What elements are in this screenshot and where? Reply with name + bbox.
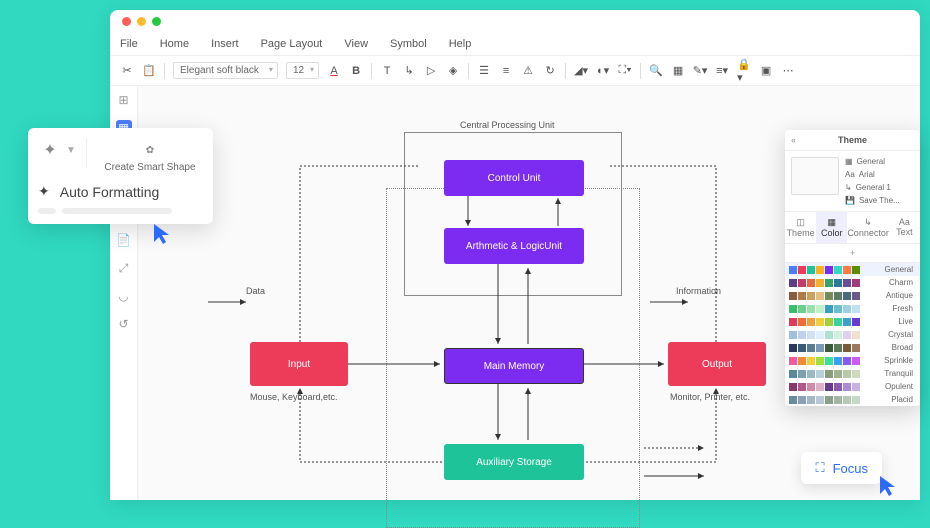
menu-home[interactable]: Home	[160, 38, 189, 50]
fill-icon[interactable]: ◢▾	[574, 64, 588, 78]
tab-color[interactable]: ▦Color	[816, 212, 847, 243]
size-select[interactable]: 12	[286, 62, 319, 79]
text-icon[interactable]: T	[380, 64, 394, 78]
menu-insert[interactable]: Insert	[211, 38, 239, 50]
close-icon[interactable]	[122, 17, 131, 26]
pointer-icon[interactable]: ▷	[424, 64, 438, 78]
focus-icon: ⛶	[815, 460, 824, 476]
opt-save[interactable]: Save The...	[859, 196, 900, 205]
layers-icon[interactable]: ◈	[446, 64, 460, 78]
font-icon: Aa	[845, 170, 855, 179]
data-label: Data	[246, 286, 265, 296]
style-icon[interactable]: ≡▾	[715, 64, 729, 78]
align-left-icon[interactable]: ☰	[477, 64, 491, 78]
bookmark-tool[interactable]: ◡	[116, 288, 132, 304]
toolbar: ✂ 📋 Elegant soft black 12 A B T ↳ ▷ ◈ ☰ …	[110, 56, 920, 86]
menubar: File Home Insert Page Layout View Symbol…	[110, 32, 920, 56]
crop-icon[interactable]: ⛶▾	[618, 64, 632, 78]
input-box[interactable]: Input	[250, 342, 348, 386]
group-icon[interactable]: ▣	[759, 64, 773, 78]
output-devices-label: Monitor, Printer, etc.	[670, 392, 750, 402]
scheme-general[interactable]: General	[785, 263, 920, 276]
minimize-icon[interactable]	[137, 17, 146, 26]
tab-text[interactable]: AaText	[889, 212, 920, 243]
input-devices-label: Mouse, Keyboard,etc.	[250, 392, 338, 402]
align-icon[interactable]: ≡	[499, 64, 513, 78]
shapes-tool[interactable]: ⊞	[116, 92, 132, 108]
add-scheme-button[interactable]: +	[785, 244, 920, 263]
smart-shape-icon[interactable]: ✿	[138, 138, 162, 162]
gallery-icon[interactable]: ▦	[671, 64, 685, 78]
focus-label: Focus	[833, 461, 868, 476]
history-tool[interactable]: ↺	[116, 316, 132, 332]
bold-icon[interactable]: B	[349, 64, 363, 78]
rotate-icon[interactable]: ↻	[543, 64, 557, 78]
memory-box[interactable]: Main Memory	[444, 348, 584, 384]
scheme-broad[interactable]: Broad	[785, 341, 920, 354]
palette-icon: ▦	[845, 157, 853, 166]
lock-icon[interactable]: 🔒▾	[737, 64, 751, 78]
cursor-icon	[152, 222, 170, 244]
scheme-tranquil[interactable]: Tranquil	[785, 367, 920, 380]
sparkle-icon[interactable]: ✦	[38, 138, 62, 162]
font-color-icon[interactable]: A	[327, 64, 341, 78]
shadow-icon[interactable]: ◐▾	[596, 64, 610, 78]
menu-page-layout[interactable]: Page Layout	[261, 38, 323, 50]
menu-view[interactable]: View	[344, 38, 368, 50]
scheme-sprinkle[interactable]: Sprinkle	[785, 354, 920, 367]
menu-help[interactable]: Help	[449, 38, 472, 50]
tab-theme[interactable]: ◫Theme	[785, 212, 816, 243]
save-icon: 💾	[845, 196, 855, 205]
output-box[interactable]: Output	[668, 342, 766, 386]
info-label: Information	[676, 286, 721, 296]
cursor-icon-2	[878, 474, 896, 496]
warning-icon[interactable]: ⚠	[521, 64, 535, 78]
sparkle-icon-2: ✦	[38, 183, 50, 200]
scheme-antique[interactable]: Antique	[785, 289, 920, 302]
scheme-placid[interactable]: Placid	[785, 393, 920, 406]
expand-tool[interactable]: ⤢	[116, 260, 132, 276]
cut-icon[interactable]: ✂	[120, 64, 134, 78]
scheme-live[interactable]: Live	[785, 315, 920, 328]
scheme-opulent[interactable]: Opulent	[785, 380, 920, 393]
opt-connector[interactable]: General 1	[856, 183, 891, 192]
scheme-charm[interactable]: Charm	[785, 276, 920, 289]
font-select[interactable]: Elegant soft black	[173, 62, 278, 79]
opt-font[interactable]: Arial	[859, 170, 875, 179]
opt-general[interactable]: General	[857, 157, 885, 166]
control-unit-box[interactable]: Control Unit	[444, 160, 584, 196]
focus-button[interactable]: ⛶ Focus	[801, 452, 882, 484]
pen-icon[interactable]: ✎▾	[693, 64, 707, 78]
color-schemes: GeneralCharmAntiqueFreshLiveCrystalBroad…	[785, 263, 920, 406]
connector-opt-icon: ↳	[845, 183, 852, 192]
create-smart-shape-label[interactable]: Create Smart Shape	[97, 162, 203, 173]
scheme-crystal[interactable]: Crystal	[785, 328, 920, 341]
paste-icon[interactable]: 📋	[142, 64, 156, 78]
theme-panel-title: Theme	[785, 130, 920, 151]
auto-formatting-label[interactable]: Auto Formatting	[60, 184, 160, 200]
theme-preview[interactable]	[791, 157, 839, 195]
alu-box[interactable]: Arthmetic & LogicUnit	[444, 228, 584, 264]
scheme-fresh[interactable]: Fresh	[785, 302, 920, 315]
cpu-title: Central Processing Unit	[460, 120, 555, 130]
more-icon[interactable]: ⋯	[781, 64, 795, 78]
maximize-icon[interactable]	[152, 17, 161, 26]
doc-tool[interactable]: 📄	[116, 232, 132, 248]
menu-file[interactable]: File	[120, 38, 138, 50]
search-icon[interactable]: 🔍	[649, 64, 663, 78]
theme-panel: Theme ▦ General Aa Arial ↳ General 1 💾 Save …	[785, 130, 920, 406]
titlebar	[110, 10, 920, 32]
connector-icon[interactable]: ↳	[402, 64, 416, 78]
menu-symbol[interactable]: Symbol	[390, 38, 427, 50]
smart-shape-popup: ✦ ▼ ✿ Create Smart Shape ✦ Auto Formatti…	[28, 128, 213, 224]
storage-box[interactable]: Auxiliary Storage	[444, 444, 584, 480]
tab-connector[interactable]: ↳Connector	[847, 212, 889, 243]
